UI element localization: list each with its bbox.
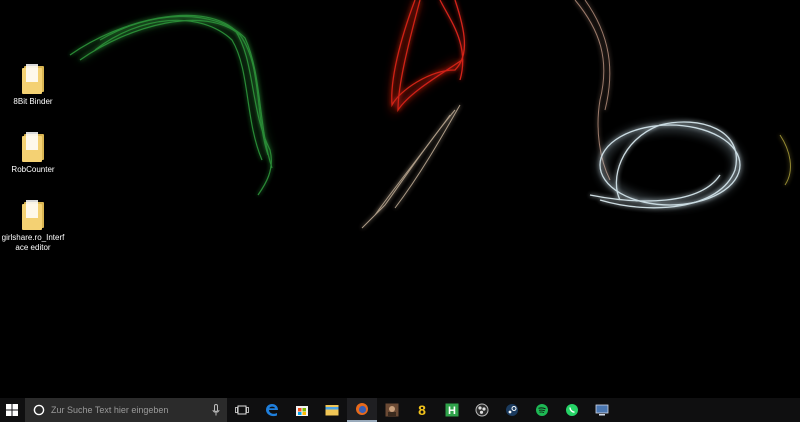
edge-icon xyxy=(266,404,278,417)
desktop-icon-label: 8Bit Binder xyxy=(13,97,53,106)
svg-text:H: H xyxy=(448,405,456,417)
taskbar-firefox[interactable] xyxy=(347,398,377,422)
desktop-icon-robcounter[interactable]: RobCounter xyxy=(0,130,66,175)
remote-desktop-icon xyxy=(595,404,609,416)
search-box[interactable]: Zur Suche Text hier eingeben xyxy=(25,398,227,422)
windows-logo-icon xyxy=(6,404,18,416)
desktop-icon-label: girlshare.ro_Interface editor xyxy=(1,233,65,252)
steam-icon xyxy=(506,404,518,416)
cortana-icon xyxy=(33,404,45,416)
taskbar-obs[interactable] xyxy=(467,398,497,422)
svg-text:8: 8 xyxy=(418,403,426,417)
store-icon xyxy=(296,406,308,416)
desktop-icon-label: RobCounter xyxy=(11,165,55,174)
taskbar-app-8[interactable]: 8 xyxy=(407,398,437,422)
app-h-icon: H xyxy=(445,403,459,417)
taskbar: Zur Suche Text hier eingeben 8 H xyxy=(0,398,800,422)
spotify-icon xyxy=(536,404,548,416)
desktop-icon-8bit-binder[interactable]: 8Bit Binder xyxy=(0,62,66,107)
taskbar-whatsapp[interactable] xyxy=(557,398,587,422)
task-view-icon xyxy=(235,405,249,415)
whatsapp-icon xyxy=(566,404,578,416)
app-8-icon: 8 xyxy=(418,403,426,417)
microphone-icon[interactable] xyxy=(209,404,223,416)
search-placeholder: Zur Suche Text hier eingeben xyxy=(51,405,169,415)
folder-icon xyxy=(22,64,44,94)
folder-icon xyxy=(22,200,44,230)
taskbar-app-h[interactable]: H xyxy=(437,398,467,422)
file-explorer-icon xyxy=(325,405,339,416)
folder-icon xyxy=(22,132,44,162)
game-app-icon xyxy=(385,403,399,417)
taskbar-file-explorer[interactable] xyxy=(317,398,347,422)
taskbar-game-app[interactable] xyxy=(377,398,407,422)
taskbar-store[interactable] xyxy=(287,398,317,422)
taskbar-steam[interactable] xyxy=(497,398,527,422)
firefox-icon xyxy=(356,403,368,415)
wallpaper-image xyxy=(69,0,791,229)
obs-icon xyxy=(475,403,489,417)
desktop[interactable]: 8Bit Binder RobCounter girlshare.ro_Inte… xyxy=(0,0,800,398)
desktop-icon-girlshare-interface-editor[interactable]: girlshare.ro_Interface editor xyxy=(0,198,66,253)
start-button[interactable] xyxy=(0,398,24,422)
taskbar-remote-desktop[interactable] xyxy=(587,398,617,422)
taskbar-edge[interactable] xyxy=(257,398,287,422)
taskbar-spotify[interactable] xyxy=(527,398,557,422)
task-view-button[interactable] xyxy=(227,398,257,422)
